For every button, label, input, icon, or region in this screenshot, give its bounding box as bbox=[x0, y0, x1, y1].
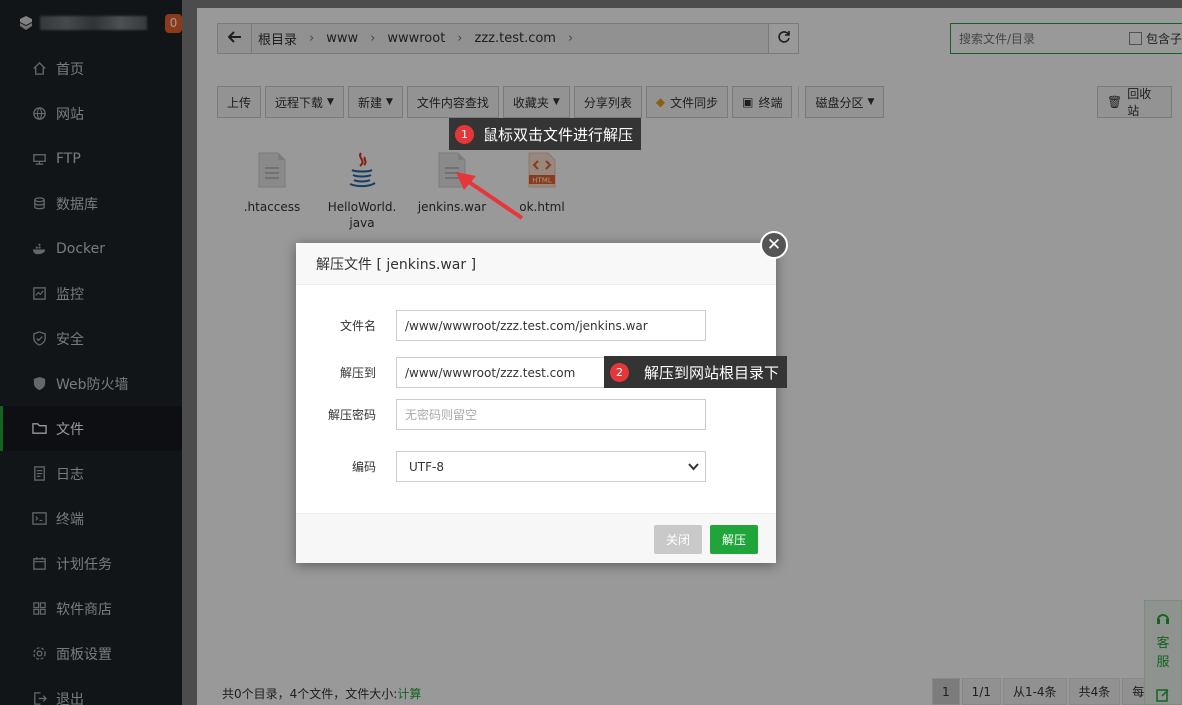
filename-input[interactable]: /www/wwwroot/zzz.test.com/jenkins.war bbox=[396, 310, 706, 341]
password-row: 解压密码 无密码则留空 bbox=[296, 399, 706, 430]
tip-number: 1 bbox=[455, 124, 474, 144]
encoding-row: 编码 UTF-8 bbox=[296, 451, 706, 482]
tip-number: 2 bbox=[610, 362, 629, 382]
password-input[interactable]: 无密码则留空 bbox=[396, 399, 706, 430]
extract-dialog: 解压文件 [ jenkins.war ] ✕ 文件名 /www/wwwroot/… bbox=[296, 231, 788, 563]
dialog-close-icon[interactable]: ✕ bbox=[760, 231, 788, 259]
extract-to-label: 解压到 bbox=[339, 366, 376, 380]
tip-2: 2 解压到网站根目录下 bbox=[604, 356, 788, 388]
tip-text: 鼠标双击文件进行解压 bbox=[483, 125, 634, 144]
filename-label: 文件名 bbox=[339, 319, 376, 333]
dialog-footer: 关闭 解压 bbox=[296, 513, 776, 563]
tip-text: 解压到网站根目录下 bbox=[644, 363, 780, 382]
filename-row: 文件名 /www/wwwroot/zzz.test.com/jenkins.wa… bbox=[296, 310, 706, 341]
password-label: 解压密码 bbox=[327, 408, 376, 422]
extract-button[interactable]: 解压 bbox=[710, 525, 758, 554]
tip-1: 1 鼠标双击文件进行解压 bbox=[449, 118, 642, 150]
encoding-select[interactable]: UTF-8 bbox=[396, 451, 706, 482]
tip-arrow-icon bbox=[456, 172, 524, 220]
chevron-down-icon bbox=[688, 460, 699, 474]
encoding-label: 编码 bbox=[351, 460, 376, 474]
close-button[interactable]: 关闭 bbox=[654, 525, 702, 554]
dialog-title: 解压文件 [ jenkins.war ] bbox=[296, 243, 776, 285]
